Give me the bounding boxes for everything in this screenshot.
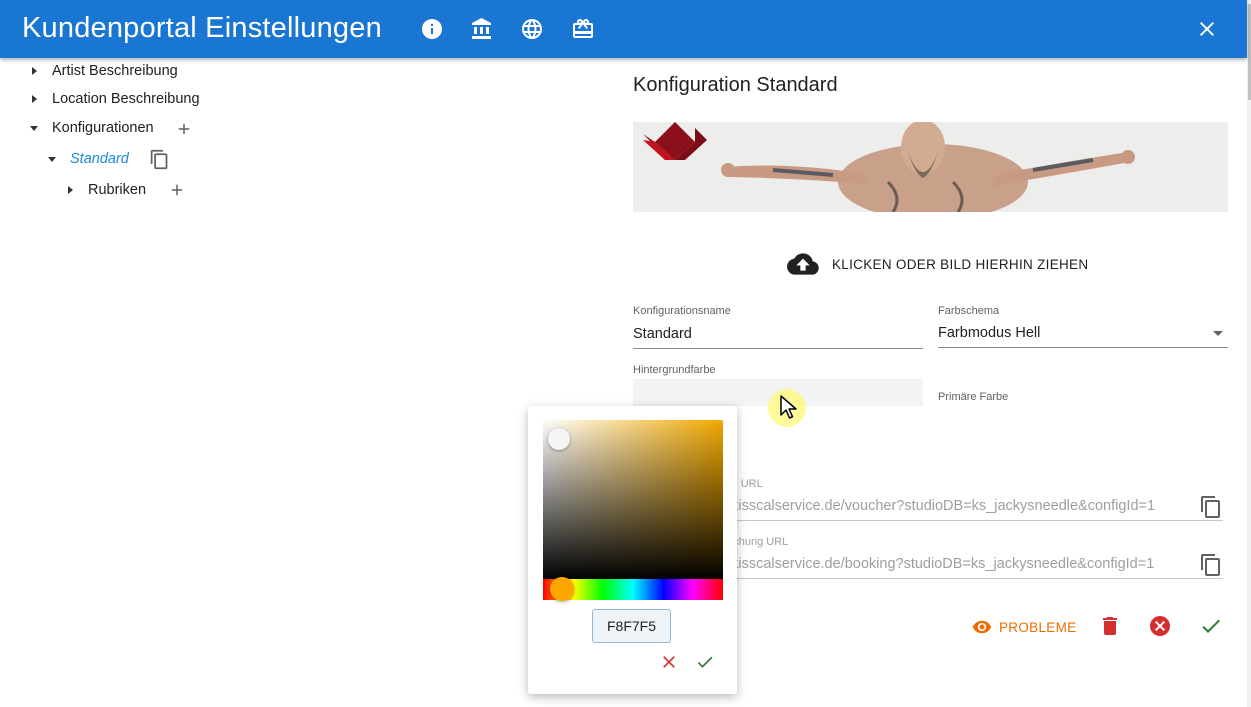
primary-color-label: Primäre Farbe [938, 391, 1009, 403]
scrollbar[interactable] [1247, 0, 1251, 707]
copy-icon[interactable] [149, 149, 170, 170]
caret-right-icon[interactable] [32, 95, 37, 103]
scheme-select-underline [938, 347, 1228, 348]
section-title: Konfiguration Standard [633, 74, 838, 96]
globe-icon[interactable] [520, 17, 544, 41]
name-field[interactable]: Standard [633, 326, 692, 342]
eye-icon [972, 620, 992, 634]
bg-color-label: Hintergrundfarbe [633, 364, 716, 376]
logo-image [643, 122, 707, 160]
tree-item-artist[interactable]: Artist Beschreibung [32, 63, 178, 79]
delete-icon[interactable] [1098, 614, 1122, 638]
booking-url-field[interactable]: g.kisscalservice.de/booking?studioDB=ks_… [719, 556, 1154, 572]
scheme-field-label: Farbschema [938, 305, 1000, 317]
name-field-underline [633, 348, 923, 349]
page-title: Kundenportal Einstellungen [22, 12, 382, 44]
info-icon[interactable] [420, 17, 444, 41]
person-image [721, 122, 1135, 212]
caret-down-icon[interactable] [30, 125, 38, 131]
add-rubrik-icon[interactable] [168, 181, 186, 199]
banner-image[interactable] [633, 122, 1228, 212]
saturation-value-area[interactable] [543, 420, 723, 580]
bank-icon[interactable] [470, 17, 494, 41]
close-icon[interactable] [1195, 17, 1219, 41]
cancel-circle-icon[interactable] [1148, 614, 1172, 638]
caret-right-icon[interactable] [68, 186, 73, 194]
card-giftcard-icon[interactable] [571, 17, 595, 41]
hue-slider-handle[interactable] [550, 577, 574, 601]
copy-booking-url-icon[interactable] [1199, 553, 1223, 577]
voucher-url-field[interactable]: g.kisscalservice.de/voucher?studioDB=ks_… [719, 498, 1155, 514]
upload-label: KLICKEN ODER BILD HIERHIN ZIEHEN [832, 256, 1089, 272]
copy-voucher-url-icon[interactable] [1199, 495, 1223, 519]
tree-label: Rubriken [88, 182, 147, 198]
tree-label-selected: Standard [70, 151, 129, 167]
problems-button[interactable]: PROBLEME [972, 617, 1076, 637]
save-check-icon[interactable] [1199, 614, 1223, 638]
tree-label: Location Beschreibung [52, 91, 200, 107]
cloud-upload-icon [787, 253, 819, 275]
banner-illustration [643, 122, 1135, 212]
app-bar: Kundenportal Einstellungen [0, 0, 1247, 58]
caret-down-icon[interactable] [48, 156, 56, 162]
picker-cancel-icon[interactable] [659, 652, 679, 672]
picker-confirm-icon[interactable] [695, 652, 715, 672]
tree-label: Konfigurationen [52, 120, 154, 136]
caret-right-icon[interactable] [32, 67, 37, 75]
tree-label: Artist Beschreibung [52, 63, 178, 79]
tree-item-rubriken[interactable]: Rubriken [68, 182, 146, 198]
add-konfiguration-icon[interactable] [175, 120, 193, 138]
scheme-select[interactable]: Farbmodus Hell [938, 325, 1040, 341]
tree-item-location[interactable]: Location Beschreibung [32, 91, 200, 107]
dropdown-arrow-icon[interactable] [1213, 331, 1223, 336]
hex-input[interactable] [592, 609, 671, 643]
color-picker-popover[interactable] [528, 406, 737, 694]
tree-item-standard[interactable]: Standard [48, 151, 129, 167]
name-field-label: Konfigurationsname [633, 305, 731, 317]
saturation-handle[interactable] [548, 428, 570, 450]
tree-item-konfigurationen[interactable]: Konfigurationen [30, 120, 154, 136]
upload-dropzone[interactable]: KLICKEN ODER BILD HIERHIN ZIEHEN [787, 248, 1088, 280]
problems-label: PROBLEME [999, 619, 1077, 635]
mouse-cursor-icon [780, 395, 797, 419]
